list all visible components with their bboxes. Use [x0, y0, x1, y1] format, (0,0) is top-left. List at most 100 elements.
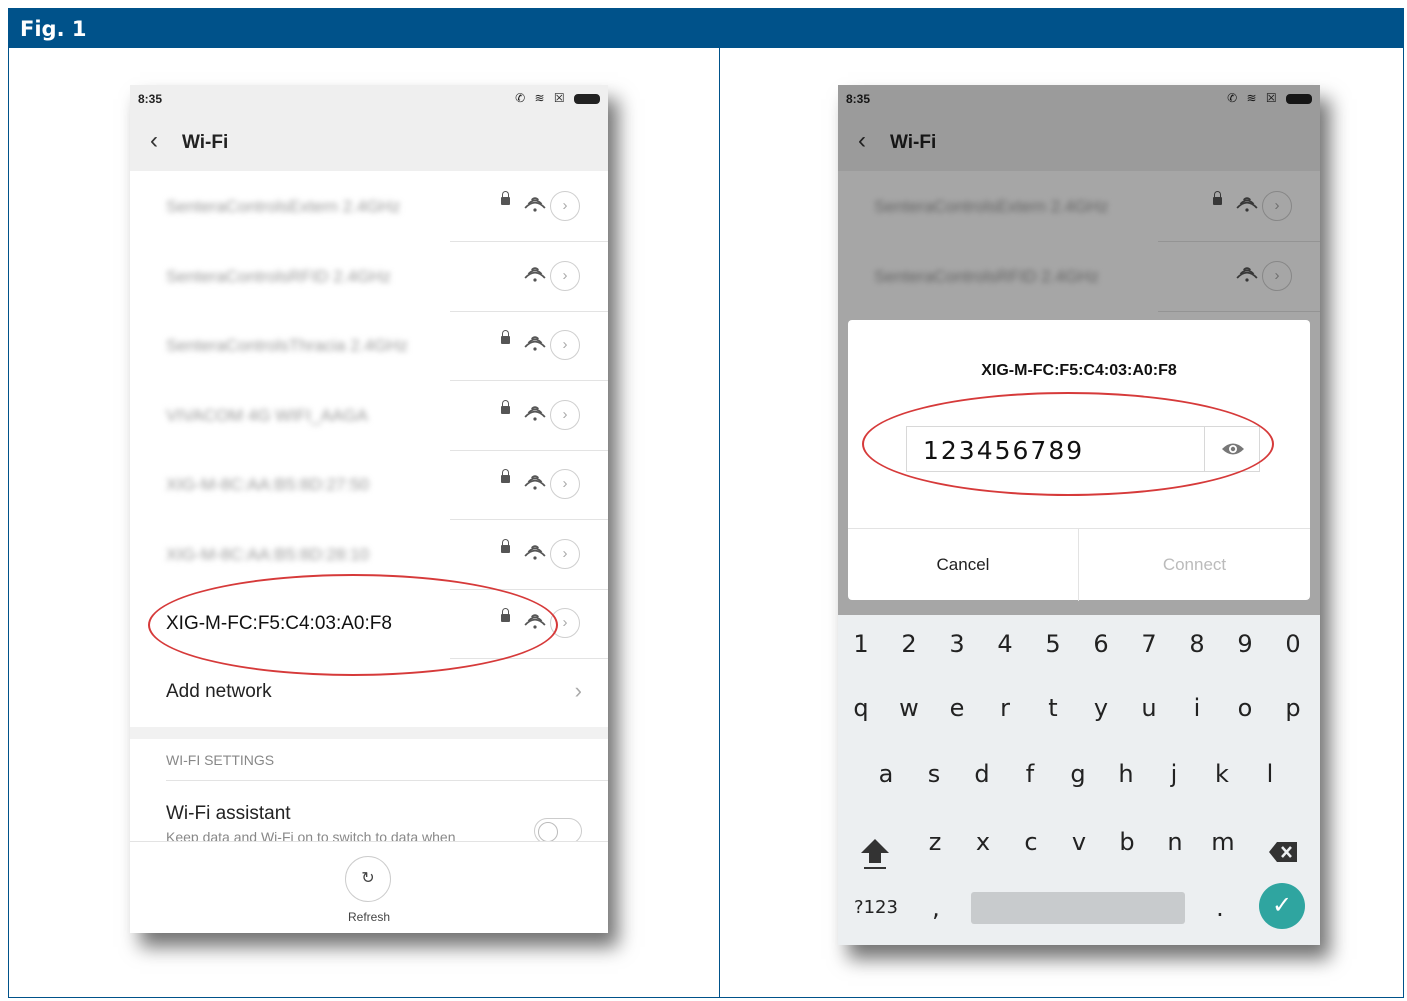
key-letter-bottom-1[interactable]: x: [961, 817, 1005, 867]
cancel-button[interactable]: Cancel: [848, 529, 1079, 601]
network-details-chevron-icon[interactable]: ›: [550, 538, 580, 569]
connect-button[interactable]: Connect: [1079, 529, 1310, 601]
key-letter-bottom-2[interactable]: c: [1009, 817, 1053, 867]
key-letter-home-0[interactable]: a: [864, 749, 908, 799]
network-row[interactable]: SenteraControlsRFID 2.4GHz ›: [130, 243, 608, 312]
comma-key[interactable]: ,: [914, 883, 958, 933]
sim-icon: ☒: [553, 91, 568, 105]
key-number-7[interactable]: 8: [1175, 619, 1219, 669]
network-details-chevron-icon[interactable]: ›: [550, 330, 580, 360]
battery-icon: [574, 93, 600, 104]
network-name: XIG-M-8C:AA:B5:8D:28:10: [166, 544, 370, 564]
network-name: VIVACOM 4G WIFI_AAGA: [166, 405, 368, 425]
key-number-5[interactable]: 6: [1079, 619, 1123, 669]
key-letter-home-1[interactable]: s: [912, 749, 956, 799]
figure-frame: Fig. 1 8:35 ✆ ≋ ☒ ‹ Wi-Fi SenteraControl…: [0, 0, 1407, 1001]
network-row[interactable]: XIG-M-8C:AA:B5:8D:27:50 ›: [130, 451, 608, 520]
backspace-key-icon[interactable]: [1268, 841, 1298, 863]
refresh-button[interactable]: ↻: [345, 856, 391, 902]
key-number-9[interactable]: 0: [1271, 619, 1315, 669]
key-number-8[interactable]: 9: [1223, 619, 1267, 669]
wifi-assistant-title: Wi-Fi assistant: [166, 803, 291, 824]
key-letter-home-6[interactable]: j: [1152, 749, 1196, 799]
wifi-signal-icon: [524, 336, 546, 351]
key-number-6[interactable]: 7: [1127, 619, 1171, 669]
status-bar: 8:35 ✆ ≋ ☒: [130, 85, 608, 113]
network-name: SenteraControlsExtern 2.4GHz: [166, 197, 401, 216]
network-details-chevron-icon[interactable]: ›: [550, 469, 580, 499]
network-row[interactable]: SenteraControlsExtern 2.4GHz ›: [130, 173, 608, 242]
symbols-key[interactable]: ?123: [850, 883, 902, 933]
network-row[interactable]: VIVACOM 4G WIFI_AAGA ›: [130, 382, 608, 451]
network-name: XIG-M-FC:F5:C4:03:A0:F8: [166, 613, 392, 634]
network-details-chevron-icon[interactable]: ›: [550, 191, 580, 221]
shift-key-icon[interactable]: [858, 833, 892, 873]
key-letter-home-3[interactable]: f: [1008, 749, 1052, 799]
lock-icon: [501, 191, 510, 205]
refresh-label: Refresh: [347, 910, 391, 924]
key-letter-bottom-5[interactable]: n: [1153, 817, 1197, 867]
lock-icon: [501, 538, 510, 553]
key-letter-8[interactable]: o: [1223, 683, 1267, 733]
figure-header: Fig. 1: [8, 8, 1404, 48]
network-details-chevron-icon[interactable]: ›: [550, 399, 580, 430]
lock-icon: [501, 330, 510, 344]
key-number-2[interactable]: 3: [935, 619, 979, 669]
lock-icon: [501, 399, 510, 414]
key-letter-bottom-0[interactable]: z: [913, 817, 957, 867]
wifi-signal-icon: [524, 405, 546, 421]
space-key[interactable]: [971, 892, 1185, 924]
wifi-signal-icon: [524, 266, 546, 282]
network-row[interactable]: XIG-M-8C:AA:B5:8D:28:10 ›: [130, 521, 608, 590]
key-letter-bottom-6[interactable]: m: [1201, 817, 1245, 867]
key-letter-4[interactable]: t: [1031, 683, 1075, 733]
key-letter-7[interactable]: i: [1175, 683, 1219, 733]
network-name: XIG-M-8C:AA:B5:8D:27:50: [166, 475, 370, 494]
key-letter-bottom-3[interactable]: v: [1057, 817, 1101, 867]
key-letter-0[interactable]: q: [839, 683, 883, 733]
wifi-status-icon: ≋: [534, 91, 548, 105]
period-key[interactable]: .: [1198, 883, 1242, 933]
key-letter-bottom-4[interactable]: b: [1105, 817, 1149, 867]
key-letter-6[interactable]: u: [1127, 683, 1171, 733]
key-letter-home-8[interactable]: l: [1248, 749, 1292, 799]
dialog-title: XIG-M-FC:F5:C4:03:A0:F8: [981, 362, 1177, 379]
key-letter-5[interactable]: y: [1079, 683, 1123, 733]
lock-icon: [501, 469, 510, 483]
key-letter-1[interactable]: w: [887, 683, 931, 733]
add-network-row[interactable]: Add network ›: [130, 658, 608, 727]
mute-icon: ✆: [515, 91, 529, 105]
key-number-4[interactable]: 5: [1031, 619, 1075, 669]
screen-title: Wi-Fi: [182, 132, 229, 153]
key-letter-home-7[interactable]: k: [1200, 749, 1244, 799]
key-number-3[interactable]: 4: [983, 619, 1027, 669]
divider: [166, 780, 608, 781]
key-letter-home-2[interactable]: d: [960, 749, 1004, 799]
password-value: 123456789: [923, 436, 1085, 465]
network-row[interactable]: XIG-M-FC:F5:C4:03:A0:F8 ›: [130, 590, 608, 659]
done-check-icon[interactable]: ✓: [1259, 883, 1305, 929]
key-letter-3[interactable]: r: [983, 683, 1027, 733]
network-details-chevron-icon[interactable]: ›: [550, 260, 580, 291]
key-letter-home-4[interactable]: g: [1056, 749, 1100, 799]
wifi-password-screen: 8:35 ✆ ≋ ☒ ‹ Wi-Fi SenteraControlsExtern…: [838, 85, 1320, 945]
key-number-0[interactable]: 1: [839, 619, 883, 669]
network-row[interactable]: SenteraControlsThracia 2.4GHz ›: [130, 312, 608, 381]
key-number-1[interactable]: 2: [887, 619, 931, 669]
wifi-signal-icon: [524, 475, 546, 490]
status-time: 8:35: [138, 92, 163, 106]
chevron-right-icon: ›: [574, 678, 582, 703]
network-details-chevron-icon[interactable]: ›: [550, 608, 580, 638]
key-letter-home-5[interactable]: h: [1104, 749, 1148, 799]
back-arrow-icon[interactable]: ‹: [150, 127, 158, 155]
key-letter-2[interactable]: e: [935, 683, 979, 733]
add-network-label: Add network: [166, 681, 272, 702]
key-letter-9[interactable]: p: [1271, 683, 1315, 733]
eye-icon[interactable]: [1221, 439, 1245, 459]
dialog-actions: Cancel Connect: [848, 528, 1310, 601]
password-field[interactable]: 123456789: [906, 426, 1260, 472]
wifi-settings-section-label: WI-FI SETTINGS: [166, 752, 275, 768]
divider: [1204, 427, 1205, 471]
network-name: SenteraControlsThracia 2.4GHz: [166, 336, 408, 355]
wifi-list-screen: 8:35 ✆ ≋ ☒ ‹ Wi-Fi SenteraControlsExtern…: [130, 85, 608, 933]
